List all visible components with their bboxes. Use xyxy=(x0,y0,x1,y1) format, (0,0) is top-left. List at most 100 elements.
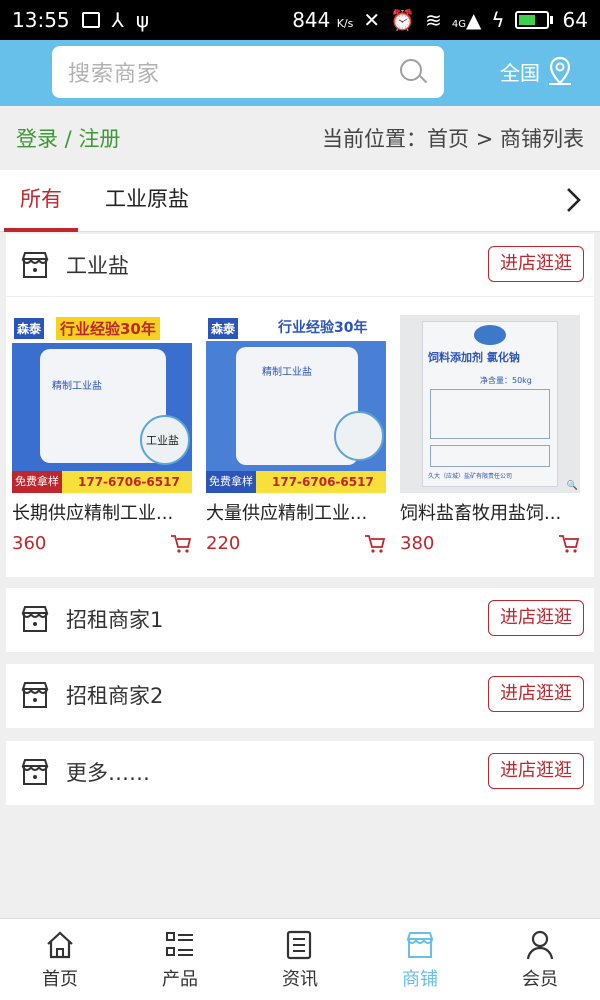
image-brand: 森泰 xyxy=(208,318,239,339)
usb-debug-icon: ⅄ xyxy=(111,8,124,32)
shop-name: 工业盐 xyxy=(66,254,129,278)
tab-industrial-raw-salt[interactable]: 工业原盐 xyxy=(105,170,189,232)
enter-shop-button[interactable]: 进店逛逛 xyxy=(488,753,584,789)
news-icon xyxy=(286,930,312,959)
shop-header[interactable]: 招租商家2 进店逛逛 xyxy=(6,664,594,726)
region-selector[interactable]: 全国 xyxy=(500,56,574,86)
product-image[interactable]: 森泰 行业经验30年 精制工业盐 工业盐 免费拿样 177-6706-6517 xyxy=(12,315,192,493)
list-icon xyxy=(166,931,193,956)
product-card[interactable]: 森泰 行业经验30年 精制工业盐 免费拿样 177-6706-6517 大量供应… xyxy=(206,315,386,554)
tab-all[interactable]: 所有 xyxy=(4,170,78,232)
enter-shop-button[interactable]: 进店逛逛 xyxy=(488,676,584,712)
shop-header[interactable]: 更多…… 进店逛逛 xyxy=(6,741,594,803)
product-title[interactable]: 大量供应精制工业... xyxy=(206,499,384,525)
product-price: 380 xyxy=(400,533,435,554)
shop-card: 工业盐 进店逛逛 森泰 行业经验30年 精制工业盐 工业盐 免费拿样 177-6… xyxy=(6,234,594,577)
separator: / xyxy=(58,127,79,151)
usb-icon: ψ xyxy=(135,8,150,32)
store-icon xyxy=(21,252,49,278)
network-speed: 844 K/s xyxy=(292,8,354,32)
nav-news[interactable]: 资讯 xyxy=(240,919,360,1000)
login-register: 登录 / 注册 xyxy=(16,123,120,153)
image-bag-label: 精制工业盐 xyxy=(52,381,102,392)
image-maker: 久大（应城）盐矿有限责任公司 xyxy=(428,473,513,480)
enter-shop-button[interactable]: 进店逛逛 xyxy=(488,246,584,282)
breadcrumb-bar: 登录 / 注册 当前位置：首页 > 商铺列表 xyxy=(0,106,600,170)
nav-label: 会员 xyxy=(522,968,558,990)
nav-home[interactable]: 首页 xyxy=(0,919,120,1000)
battery-level: 64 xyxy=(562,8,588,32)
product-card[interactable]: 森泰 行业经验30年 精制工业盐 工业盐 免费拿样 177-6706-6517 … xyxy=(12,315,192,554)
shop-card: 招租商家2 进店逛逛 xyxy=(6,664,594,728)
search-placeholder: 搜索商家 xyxy=(68,62,161,87)
product-price-row: 380 xyxy=(400,533,580,554)
battery-icon xyxy=(514,11,553,29)
product-image[interactable]: 饲料添加剂 氯化钠 净含量：50kg 久大（应城）盐矿有限责任公司 🔍 xyxy=(400,315,580,493)
product-price-row: 360 xyxy=(12,533,192,554)
enter-shop-button[interactable]: 进店逛逛 xyxy=(488,600,584,636)
shop-card: 更多…… 进店逛逛 xyxy=(6,741,594,805)
search-icon[interactable] xyxy=(398,57,428,87)
top-bar: 搜索商家 全国 xyxy=(0,40,600,106)
status-time: 13:55 xyxy=(12,8,70,32)
category-tabs: 所有 工业原盐 xyxy=(0,170,600,232)
tab-label: 所有 xyxy=(20,187,62,211)
image-badge: 免费拿样 xyxy=(206,471,256,493)
login-link[interactable]: 登录 xyxy=(16,127,58,151)
search-input[interactable]: 搜索商家 xyxy=(52,46,444,98)
chevron-right-icon[interactable] xyxy=(560,187,586,213)
nav-products[interactable]: 产品 xyxy=(120,919,240,1000)
charging-icon: ϟ xyxy=(491,8,505,32)
signal-icon: 4G▲ xyxy=(451,8,482,32)
shop-card: 招租商家1 进店逛逛 xyxy=(6,588,594,652)
image-badge: 免费拿样 xyxy=(12,471,62,493)
nav-label: 产品 xyxy=(162,968,198,990)
tab-underline xyxy=(4,228,78,232)
store-icon xyxy=(21,682,49,708)
product-image[interactable]: 森泰 行业经验30年 精制工业盐 免费拿样 177-6706-6517 xyxy=(206,315,386,493)
image-phone: 177-6706-6517 xyxy=(78,475,180,489)
nav-stores[interactable]: 商铺 xyxy=(360,919,480,1000)
status-bar: 13:55 ⅄ ψ 844 K/s ✕ ⏰ ≋ 4G▲ ϟ 64 xyxy=(0,0,600,40)
alarm-icon: ⏰ xyxy=(390,8,416,32)
product-price-row: 220 xyxy=(206,533,386,554)
shop-name: 招租商家2 xyxy=(66,684,164,708)
shop-header[interactable]: 招租商家1 进店逛逛 xyxy=(6,588,594,650)
shop-header[interactable]: 工业盐 进店逛逛 xyxy=(6,234,594,296)
bottom-nav: 首页 产品 资讯 商铺 会员 xyxy=(0,918,600,1000)
store-icon xyxy=(21,606,49,632)
wifi-icon: ≋ xyxy=(425,8,442,32)
home-icon xyxy=(47,931,73,958)
image-net-weight: 净含量：50kg xyxy=(480,376,532,385)
user-icon xyxy=(526,930,554,959)
image-phone: 177-6706-6517 xyxy=(272,475,374,489)
image-bag-label: 饲料添加剂 氯化钠 xyxy=(428,351,520,364)
location-pin-icon xyxy=(549,56,571,85)
cart-icon[interactable] xyxy=(170,534,192,554)
cart-icon[interactable] xyxy=(558,534,580,554)
register-link[interactable]: 注册 xyxy=(78,127,120,151)
image-bag-label: 精制工业盐 xyxy=(262,367,312,378)
nav-label: 首页 xyxy=(42,968,78,990)
breadcrumb: 当前位置：首页 > 商铺列表 xyxy=(322,127,584,151)
product-title[interactable]: 饲料盐畜牧用盐饲... xyxy=(400,499,578,525)
nav-member[interactable]: 会员 xyxy=(480,919,600,1000)
nav-label: 商铺 xyxy=(402,968,438,990)
image-headline: 行业经验30年 xyxy=(278,320,368,336)
image-brand: 森泰 xyxy=(14,318,45,339)
product-card[interactable]: 饲料添加剂 氯化钠 净含量：50kg 久大（应城）盐矿有限责任公司 🔍 饲料盐畜… xyxy=(400,315,580,554)
image-headline: 行业经验30年 xyxy=(56,317,160,340)
product-list: 森泰 行业经验30年 精制工业盐 工业盐 免费拿样 177-6706-6517 … xyxy=(6,296,594,575)
vibrate-off-icon: ✕ xyxy=(363,8,381,32)
store-icon xyxy=(406,931,434,958)
tab-label: 工业原盐 xyxy=(105,187,189,211)
product-price: 220 xyxy=(206,533,241,554)
shop-name: 招租商家1 xyxy=(66,608,164,632)
store-icon xyxy=(21,759,49,785)
product-title[interactable]: 长期供应精制工业... xyxy=(12,499,190,525)
nav-label: 资讯 xyxy=(282,968,318,990)
shop-name: 更多…… xyxy=(66,761,150,785)
cart-icon[interactable] xyxy=(364,534,386,554)
region-label: 全国 xyxy=(500,60,540,85)
product-price: 360 xyxy=(12,533,47,554)
